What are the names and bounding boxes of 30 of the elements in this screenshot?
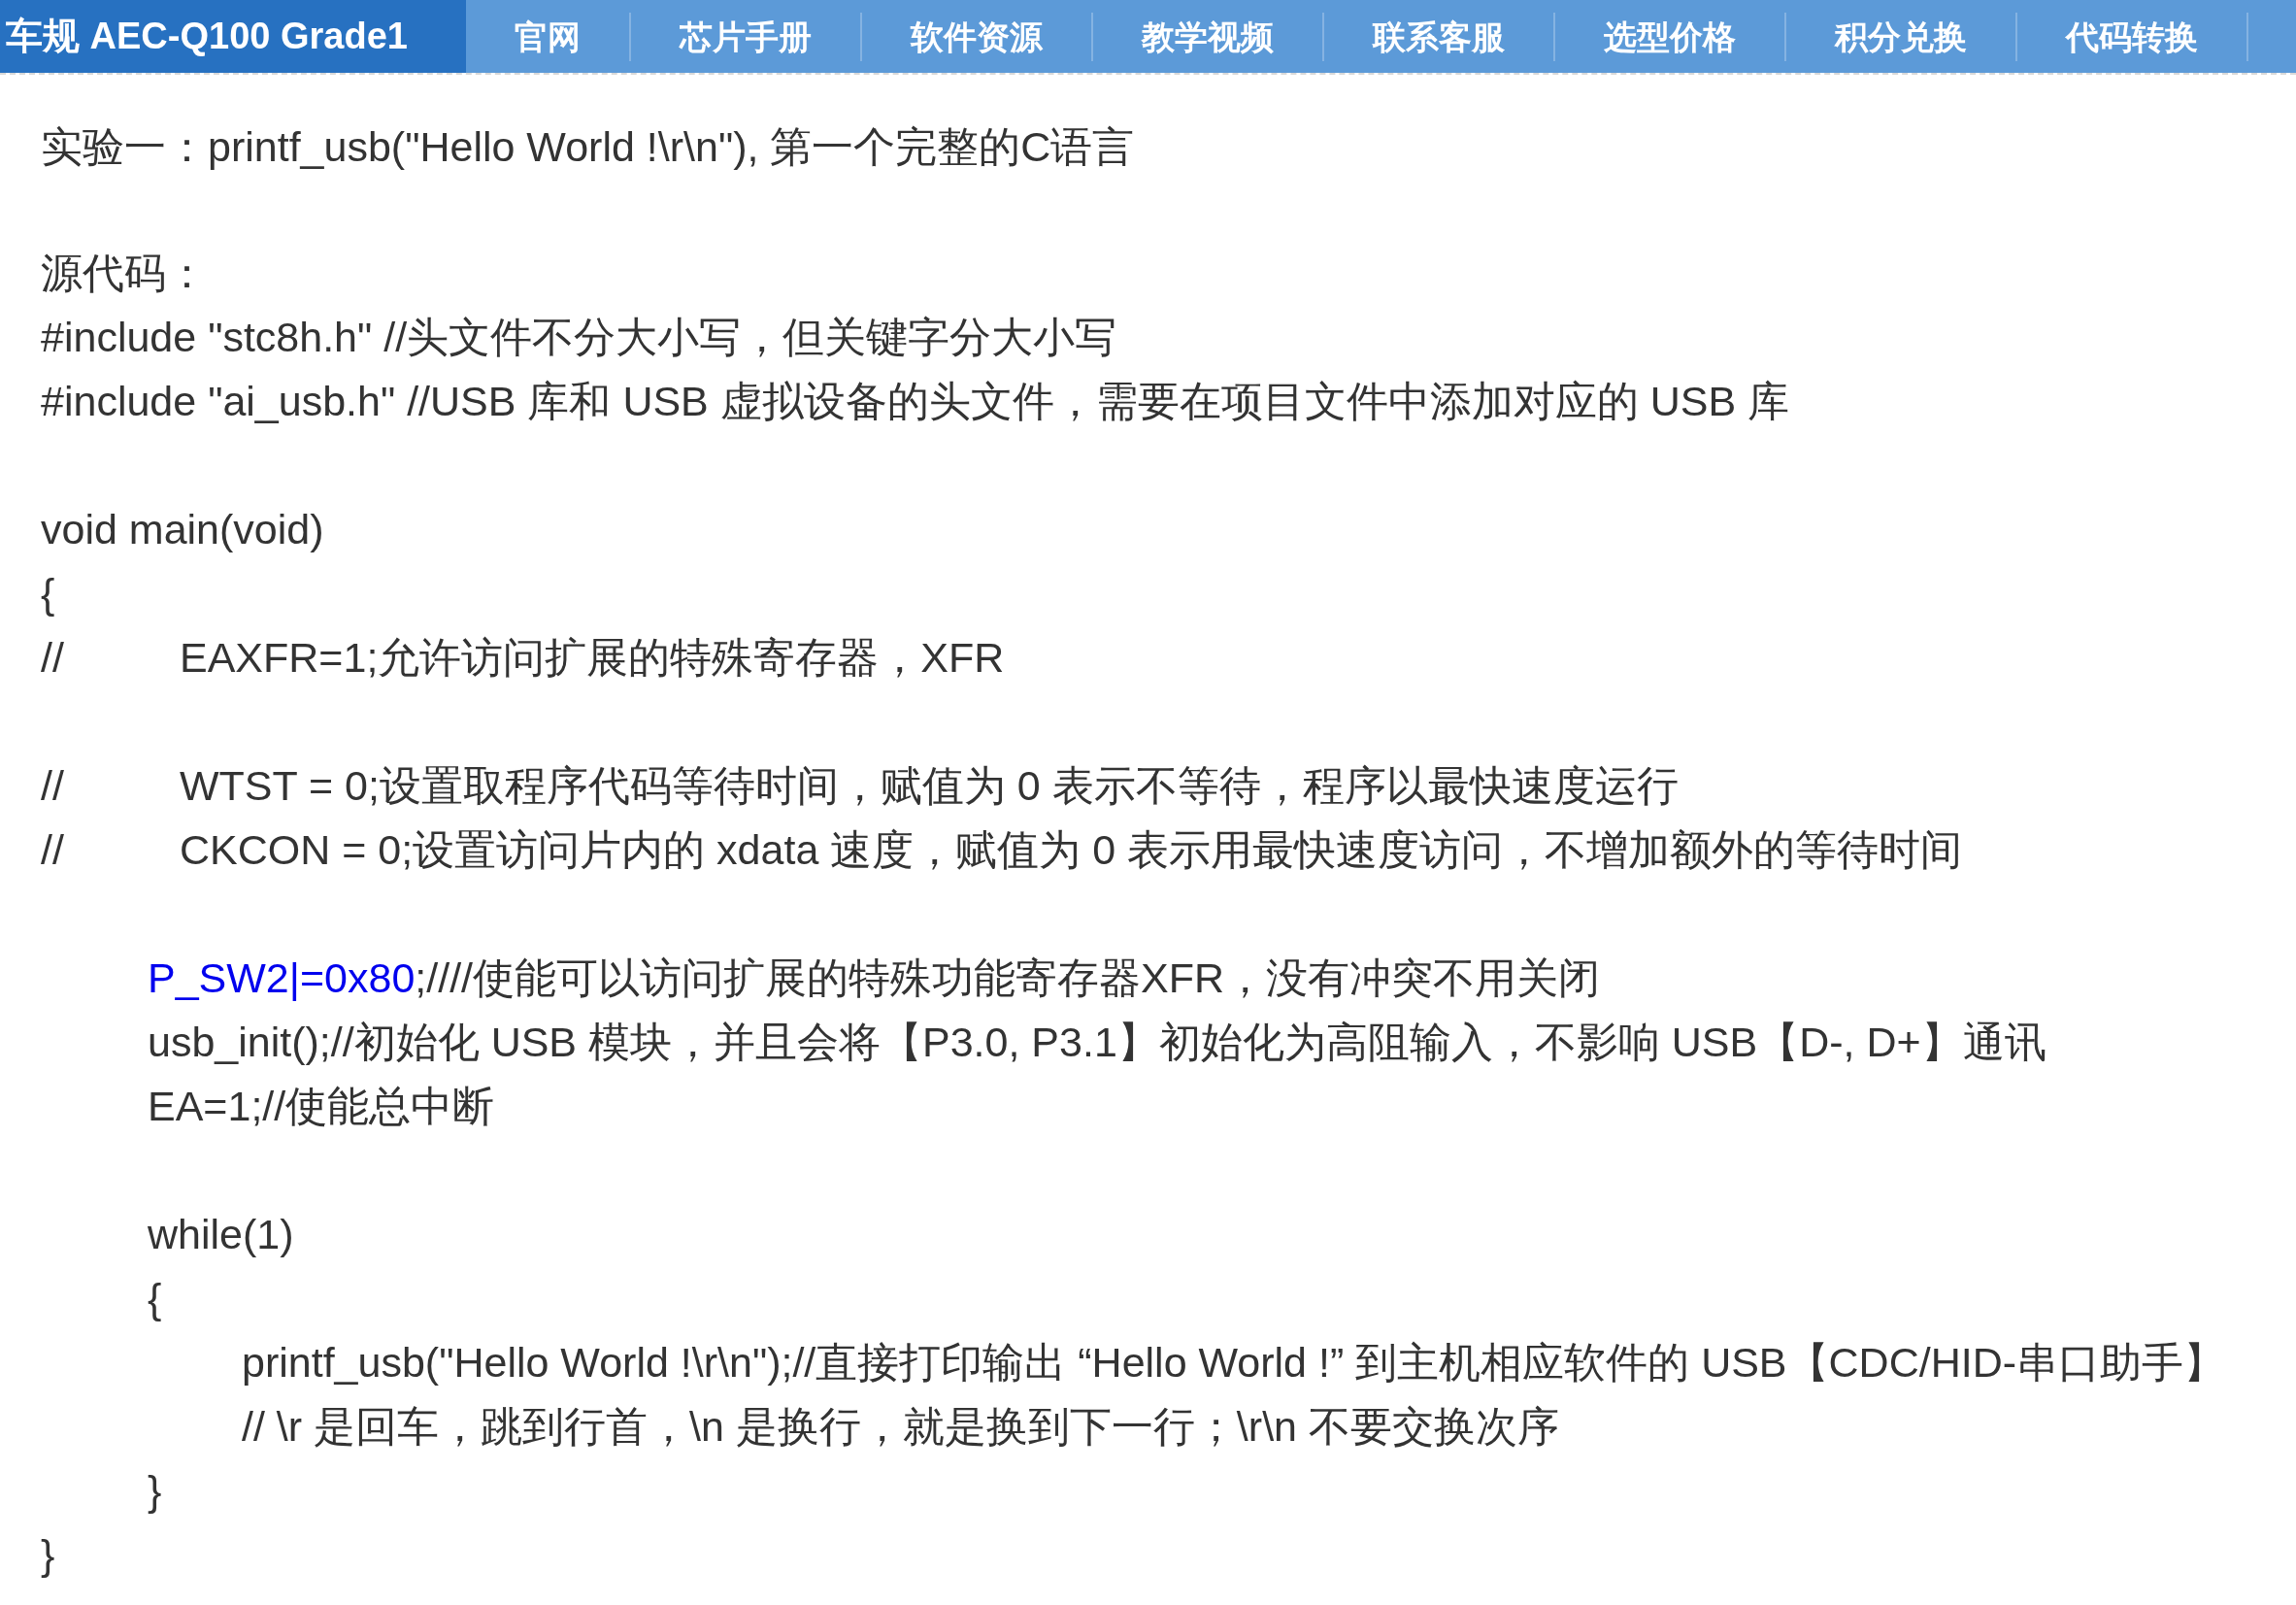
source-label: 源代码：	[41, 249, 209, 298]
code-line: EAXFR=1;允许访问扩展的特殊寄存器，XFR	[180, 633, 1005, 683]
code-line: while(1)	[148, 1210, 294, 1259]
code-line: #include "stc8h.h" //头文件不分大小写，但关键字分大小写	[41, 313, 1117, 362]
nav-link[interactable]: 积分兑换	[1786, 12, 2017, 61]
code-line: EA=1;//使能总中断	[148, 1082, 495, 1131]
nav-link[interactable]: 官网	[466, 12, 631, 61]
code-line: }	[148, 1466, 162, 1516]
comment-marker: //	[41, 761, 65, 811]
nav-link[interactable]: 教学视频	[1093, 12, 1324, 61]
comment-marker: //	[41, 825, 65, 875]
code-line: // \r 是回车，跳到行首，\n 是换行，就是换到下一行；\r\n 不要交换次序	[242, 1402, 1559, 1452]
code-line: #include "ai_usb.h" //USB 库和 USB 虚拟设备的头文件，需要在项目文件中添加对应的 USB 库	[41, 377, 1790, 426]
nav-link[interactable]: 联系客服	[1324, 12, 1555, 61]
nav-link[interactable]: 代码转换	[2017, 12, 2248, 61]
code-line: {	[41, 569, 55, 619]
brand-link[interactable]: 车规 AEC-Q100 Grade1	[0, 0, 466, 73]
nav-link[interactable]: 芯片手册	[631, 12, 862, 61]
comment-marker: //	[41, 633, 65, 683]
code-line: printf_usb("Hello World !\r\n");//直接打印输出 “Hello World !” 到主机相应软件的 USB【CDC/HID-串口助手】	[242, 1338, 2226, 1388]
code-line: void main(void)	[41, 505, 324, 554]
code-line: P_SW2|=0x80;////使能可以访问扩展的特殊功能寄存器XFR，没有冲突不用关闭	[148, 953, 1601, 1003]
code-line: CKCON = 0;设置访问片内的 xdata 速度，赋值为 0 表示用最快速度访问，不增加额外的等待时间	[180, 825, 1963, 875]
code-line: WTST = 0;设置取程序代码等待时间，赋值为 0 表示不等待，程序以最快速度运行	[180, 761, 1679, 811]
code-line: usb_init();//初始化 USB 模块，并且会将【P3.0, P3.1】初始化为高阻输入，不影响 USB【D-, D+】通讯	[148, 1018, 2046, 1067]
code-line: {	[148, 1274, 162, 1323]
nav-link[interactable]: 软件资源	[862, 12, 1093, 61]
post-heading: 实验一：printf_usb("Hello World !\r\n"), 第一个完整的C语言	[41, 122, 1136, 172]
nav-link[interactable]: 选型价格	[1555, 12, 1786, 61]
code-line: }	[41, 1530, 55, 1580]
